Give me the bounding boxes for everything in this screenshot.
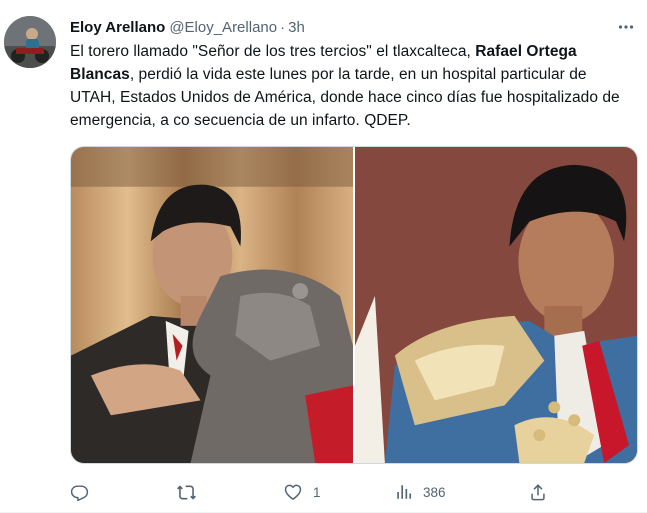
tweet-text: El torero llamado "Señor de los tres ter… [70, 40, 636, 132]
photo-left-image [71, 147, 353, 463]
tweet-text-part1: El torero llamado "Señor de los tres ter… [70, 43, 476, 60]
retweet-button[interactable] [176, 477, 207, 507]
more-icon [618, 25, 634, 29]
reply-button[interactable] [70, 477, 99, 507]
more-options-button[interactable] [611, 12, 641, 42]
photo-right[interactable] [355, 147, 637, 463]
avatar[interactable] [4, 16, 56, 68]
tweet-header: Eloy Arellano @Eloy_Arellano · 3h [70, 16, 635, 38]
separator-dot: · [280, 18, 286, 36]
avatar-image [4, 16, 56, 68]
like-count: 1 [313, 484, 321, 500]
media-grid [70, 146, 638, 464]
author-handle[interactable]: @Eloy_Arellano [169, 19, 277, 36]
photo-left[interactable] [71, 147, 353, 463]
tweet-text-part2: , perdió la vida este lunes por la tarde… [70, 66, 620, 129]
tweet[interactable]: Eloy Arellano @Eloy_Arellano · 3h El tor… [0, 0, 647, 513]
reply-icon [70, 484, 89, 501]
share-button[interactable] [528, 477, 548, 507]
author-name[interactable]: Eloy Arellano [70, 19, 165, 36]
heart-icon [284, 484, 302, 500]
tweet-time[interactable]: 3h [288, 19, 305, 36]
views-count: 386 [423, 484, 446, 500]
retweet-icon [177, 484, 196, 500]
views-button[interactable]: 386 [395, 477, 446, 507]
views-icon [397, 485, 412, 499]
action-bar: 1 386 [70, 477, 630, 507]
photo-right-image [355, 147, 637, 463]
share-icon [531, 484, 545, 501]
like-button[interactable]: 1 [283, 477, 321, 507]
